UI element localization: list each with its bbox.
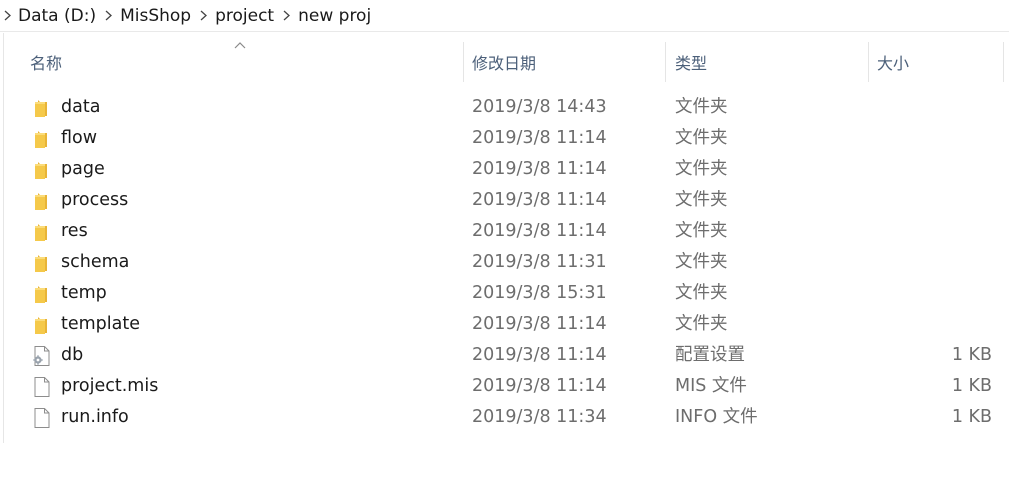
file-name: res xyxy=(61,221,88,241)
file-row[interactable]: process 2019/3/8 11:14 文件夹 xyxy=(0,185,1009,216)
file-type: 文件夹 xyxy=(675,97,728,117)
file-type: 文件夹 xyxy=(675,314,728,334)
column-divider[interactable] xyxy=(665,42,666,82)
column-divider[interactable] xyxy=(1003,42,1004,82)
file-name: run.info xyxy=(61,407,129,427)
file-row[interactable]: schema 2019/3/8 11:31 文件夹 xyxy=(0,247,1009,278)
breadcrumb-item-drive[interactable]: Data (D:) xyxy=(14,0,100,32)
file-type: 文件夹 xyxy=(675,252,728,272)
file-name: project.mis xyxy=(61,376,159,396)
folder-icon xyxy=(32,128,52,150)
config-file-icon xyxy=(32,345,52,367)
file-type: INFO 文件 xyxy=(675,407,758,427)
file-name: flow xyxy=(61,128,98,148)
file-modified-date: 2019/3/8 11:14 xyxy=(472,314,607,334)
file-modified-date: 2019/3/8 11:14 xyxy=(472,345,607,365)
file-size: 1 KB xyxy=(951,376,992,396)
file-modified-date: 2019/3/8 14:43 xyxy=(472,97,607,117)
file-type: MIS 文件 xyxy=(675,376,747,396)
file-modified-date: 2019/3/8 11:31 xyxy=(472,252,607,272)
file-name: template xyxy=(61,314,140,334)
file-name: schema xyxy=(61,252,130,272)
file-modified-date: 2019/3/8 11:14 xyxy=(472,190,607,210)
file-row[interactable]: page 2019/3/8 11:14 文件夹 xyxy=(0,154,1009,185)
file-type: 文件夹 xyxy=(675,283,728,303)
file-type: 文件夹 xyxy=(675,128,728,148)
file-name: data xyxy=(61,97,101,117)
folder-icon xyxy=(32,190,52,212)
file-row[interactable]: run.info 2019/3/8 11:34 INFO 文件 1 KB xyxy=(0,402,1009,433)
folder-icon xyxy=(32,314,52,336)
column-header-name-label: 名称 xyxy=(30,54,63,73)
file-type: 文件夹 xyxy=(675,159,728,179)
file-name: db xyxy=(61,345,84,365)
chevron-right-icon[interactable] xyxy=(100,0,116,32)
column-header-date-label: 修改日期 xyxy=(472,54,537,73)
chevron-right-icon[interactable] xyxy=(278,0,294,32)
file-size: 1 KB xyxy=(951,407,992,427)
column-header-type[interactable]: 类型 xyxy=(667,40,867,84)
file-row[interactable]: flow 2019/3/8 11:14 文件夹 xyxy=(0,123,1009,154)
breadcrumb-item-misshop[interactable]: MisShop xyxy=(116,0,195,32)
folder-icon xyxy=(32,221,52,243)
column-header-size[interactable]: 大小 xyxy=(869,40,1003,84)
folder-icon xyxy=(32,252,52,274)
column-header-name[interactable]: 名称 xyxy=(22,40,462,84)
file-type: 文件夹 xyxy=(675,221,728,241)
file-modified-date: 2019/3/8 11:14 xyxy=(472,221,607,241)
file-modified-date: 2019/3/8 11:14 xyxy=(472,128,607,148)
file-row[interactable]: res 2019/3/8 11:14 文件夹 xyxy=(0,216,1009,247)
chevron-right-icon[interactable] xyxy=(195,0,211,32)
file-icon xyxy=(32,407,52,429)
file-row[interactable]: template 2019/3/8 11:14 文件夹 xyxy=(0,309,1009,340)
file-name: temp xyxy=(61,283,107,303)
folder-icon xyxy=(32,283,52,305)
column-header-size-label: 大小 xyxy=(877,54,910,73)
file-size: 1 KB xyxy=(951,345,992,365)
breadcrumb: Data (D:) MisShop project new proj xyxy=(0,0,1009,32)
column-header-date[interactable]: 修改日期 xyxy=(464,40,664,84)
column-header-row: 名称 修改日期 类型 大小 xyxy=(0,40,1009,84)
file-modified-date: 2019/3/8 11:34 xyxy=(472,407,607,427)
file-row[interactable]: data 2019/3/8 14:43 文件夹 xyxy=(0,92,1009,123)
file-modified-date: 2019/3/8 15:31 xyxy=(472,283,607,303)
file-type: 配置设置 xyxy=(675,345,745,365)
breadcrumb-item-project[interactable]: project xyxy=(211,0,278,32)
file-type: 文件夹 xyxy=(675,190,728,210)
folder-icon xyxy=(32,159,52,181)
breadcrumb-item-new-proj[interactable]: new proj xyxy=(294,0,375,32)
file-row[interactable]: temp 2019/3/8 15:31 文件夹 xyxy=(0,278,1009,309)
file-name: process xyxy=(61,190,129,210)
file-row[interactable]: db 2019/3/8 11:14 配置设置 1 KB xyxy=(0,340,1009,371)
file-icon xyxy=(32,376,52,398)
chevron-right-icon[interactable] xyxy=(0,0,14,32)
file-modified-date: 2019/3/8 11:14 xyxy=(472,376,607,396)
file-row[interactable]: project.mis 2019/3/8 11:14 MIS 文件 1 KB xyxy=(0,371,1009,402)
column-header-type-label: 类型 xyxy=(675,54,708,73)
file-modified-date: 2019/3/8 11:14 xyxy=(472,159,607,179)
file-name: page xyxy=(61,159,105,179)
folder-icon xyxy=(32,97,52,119)
